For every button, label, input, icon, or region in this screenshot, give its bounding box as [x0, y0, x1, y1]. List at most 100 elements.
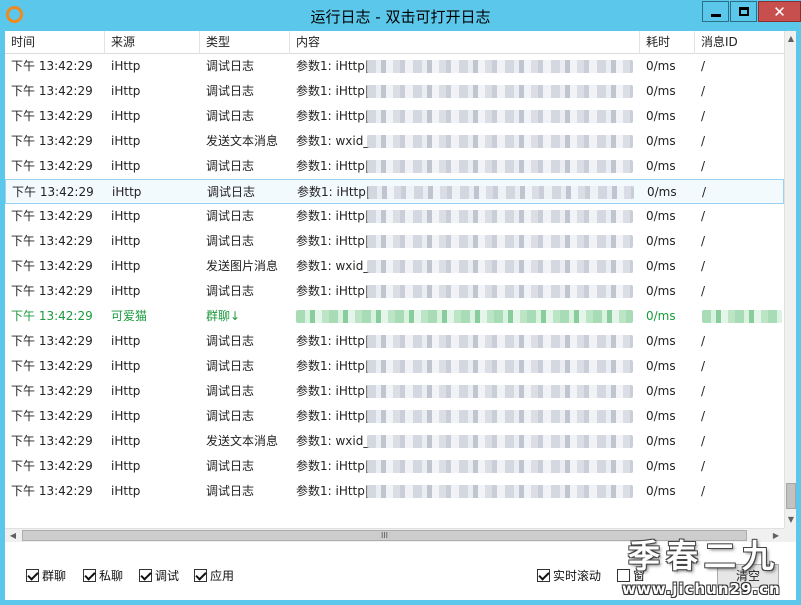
cell-time: 下午 13:42:29: [11, 484, 93, 498]
redacted-msgid: [702, 310, 782, 323]
table-row[interactable]: 下午 13:42:29 iHttp 发送文本消息 参数1: wxid_ 0/ms /: [5, 129, 784, 154]
cell-type: 调试日志: [206, 384, 255, 398]
cell-time: 下午 13:42:29: [11, 309, 93, 323]
table-row[interactable]: 下午 13:42:29 iHttp 调试日志 参数1: iHttp| 0/ms /: [5, 279, 784, 304]
column-header-source[interactable]: 来源: [105, 31, 200, 54]
cell-msgid: /: [701, 84, 706, 98]
cell-type: 调试日志: [206, 209, 255, 223]
realtime-scroll-checkbox[interactable]: 实时滚动: [537, 568, 601, 583]
column-header-type[interactable]: 类型: [200, 31, 290, 54]
cell-content: 参数1: iHttp|: [296, 484, 369, 498]
table-row[interactable]: 下午 13:42:29 iHttp 调试日志 参数1: iHttp| 0/ms /: [5, 79, 784, 104]
filter-debug-checkbox[interactable]: 调试: [139, 568, 179, 583]
cell-time: 下午 13:42:29: [11, 359, 93, 373]
table-row[interactable]: 下午 13:42:29 iHttp 调试日志 参数1: iHttp| 0/ms /: [5, 454, 784, 479]
checkbox-icon: [139, 568, 152, 582]
vertical-scrollbar[interactable]: ▲ ▼: [784, 31, 796, 528]
cell-time: 下午 13:42:29: [11, 209, 93, 223]
table-row[interactable]: 下午 13:42:29 iHttp 发送图片消息 参数1: wxid_ 0/ms /: [5, 254, 784, 279]
cell-time: 下午 13:42:29: [11, 384, 93, 398]
table-row[interactable]: 下午 13:42:29 iHttp 调试日志 参数1: iHttp| 0/ms /: [5, 379, 784, 404]
cell-type: 调试日志: [206, 234, 255, 248]
redacted-content: [367, 135, 633, 148]
log-panel: 时间 来源 类型 内容 耗时 消息ID 下午 13:42:29 iHttp 调试日志…: [5, 31, 796, 600]
cell-time: 下午 13:42:29: [11, 109, 93, 123]
cell-content: 参数1: iHttp|: [296, 84, 369, 98]
cell-msgid: /: [701, 359, 706, 373]
cell-source: 可爱猫: [111, 309, 148, 323]
checkbox-icon: [194, 568, 207, 582]
cell-cost: 0/ms: [646, 59, 676, 73]
cell-type: 调试日志: [206, 109, 255, 123]
redacted-content: [367, 460, 633, 473]
vertical-scroll-thumb[interactable]: [786, 483, 796, 509]
cell-source: iHttp: [111, 134, 141, 148]
filter-group-label: 群聊: [42, 568, 67, 583]
table-row[interactable]: 下午 13:42:29 iHttp 调试日志 参数1: iHttp| 0/ms /: [5, 329, 784, 354]
table-row[interactable]: 下午 13:42:29 iHttp 调试日志 参数1: iHttp| 0/ms /: [5, 154, 784, 179]
cell-type: 调试日志: [206, 159, 255, 173]
cell-cost: 0/ms: [646, 259, 676, 273]
checkbox-icon: [83, 568, 96, 582]
cell-content: 参数1: wxid_: [296, 134, 370, 148]
minimize-button[interactable]: [702, 1, 729, 22]
redacted-content: [367, 60, 633, 73]
cell-cost: 0/ms: [646, 309, 676, 323]
close-button[interactable]: ✕: [758, 1, 801, 22]
cell-time: 下午 13:42:29: [12, 185, 94, 199]
cell-msgid: /: [701, 134, 706, 148]
cell-source: iHttp: [112, 185, 142, 199]
cell-source: iHttp: [111, 434, 141, 448]
cell-msgid: /: [701, 484, 706, 498]
redacted-content: [367, 360, 633, 373]
table-row[interactable]: 下午 13:42:29 iHttp 调试日志 参数1: iHttp| 0/ms /: [5, 404, 784, 429]
redacted-content: [367, 285, 633, 298]
cell-cost: 0/ms: [646, 334, 676, 348]
cell-source: iHttp: [111, 234, 141, 248]
filter-private-checkbox[interactable]: 私聊: [83, 568, 123, 583]
title-bar[interactable]: 运行日志 - 双击可打开日志 ✕: [0, 0, 801, 31]
checkbox-icon: [26, 568, 39, 582]
cell-msgid: /: [701, 109, 706, 123]
table-row[interactable]: 下午 13:42:29 iHttp 调试日志 参数1: iHttp| 0/ms /: [5, 179, 784, 204]
cell-cost: 0/ms: [646, 359, 676, 373]
scroll-up-icon[interactable]: ▲: [785, 31, 797, 47]
redacted-content: [367, 85, 633, 98]
cell-type: 调试日志: [206, 284, 255, 298]
table-row[interactable]: 下午 13:42:29 可爱猫 群聊↓ 0/ms: [5, 304, 784, 329]
column-header-time[interactable]: 时间: [5, 31, 105, 54]
cell-content: 参数1: iHttp|: [296, 284, 369, 298]
column-header-msgid[interactable]: 消息ID: [695, 31, 784, 54]
table-row[interactable]: 下午 13:42:29 iHttp 调试日志 参数1: iHttp| 0/ms /: [5, 204, 784, 229]
log-list[interactable]: 下午 13:42:29 iHttp 调试日志 参数1: iHttp| 0/ms / 下午 1…: [5, 54, 784, 528]
cell-msgid: /: [701, 159, 706, 173]
watermark-title: 季春二九: [628, 537, 781, 575]
redacted-content: [367, 335, 633, 348]
table-row[interactable]: 下午 13:42:29 iHttp 调试日志 参数1: iHttp| 0/ms /: [5, 479, 784, 504]
cell-time: 下午 13:42:29: [11, 334, 93, 348]
cell-msgid: /: [701, 234, 706, 248]
cell-time: 下午 13:42:29: [11, 59, 93, 73]
redacted-content: [367, 485, 633, 498]
table-row[interactable]: 下午 13:42:29 iHttp 调试日志 参数1: iHttp| 0/ms /: [5, 354, 784, 379]
table-row[interactable]: 下午 13:42:29 iHttp 调试日志 参数1: iHttp| 0/ms /: [5, 54, 784, 79]
cell-source: iHttp: [111, 459, 141, 473]
close-icon: ✕: [773, 2, 786, 21]
cell-type: 调试日志: [206, 409, 255, 423]
cell-type: 群聊↓: [206, 309, 241, 323]
table-row[interactable]: 下午 13:42:29 iHttp 发送文本消息 参数1: wxid_ 0/ms /: [5, 429, 784, 454]
filter-group-checkbox[interactable]: 群聊: [26, 568, 67, 583]
table-row[interactable]: 下午 13:42:29 iHttp 调试日志 参数1: iHttp| 0/ms /: [5, 229, 784, 254]
table-row[interactable]: 下午 13:42:29 iHttp 调试日志 参数1: iHttp| 0/ms /: [5, 104, 784, 129]
cell-source: iHttp: [111, 384, 141, 398]
maximize-button[interactable]: [730, 1, 757, 22]
filter-app-checkbox[interactable]: 应用: [194, 568, 234, 583]
cell-msgid: /: [701, 59, 706, 73]
scroll-left-icon[interactable]: ◀: [5, 529, 21, 543]
column-header-content[interactable]: 内容: [290, 31, 640, 54]
watermark-url: www.jichun29.cn: [622, 580, 781, 598]
minimize-icon: [710, 14, 721, 17]
column-header-cost[interactable]: 耗时: [640, 31, 695, 54]
cell-msgid: /: [701, 209, 706, 223]
cell-cost: 0/ms: [646, 84, 676, 98]
